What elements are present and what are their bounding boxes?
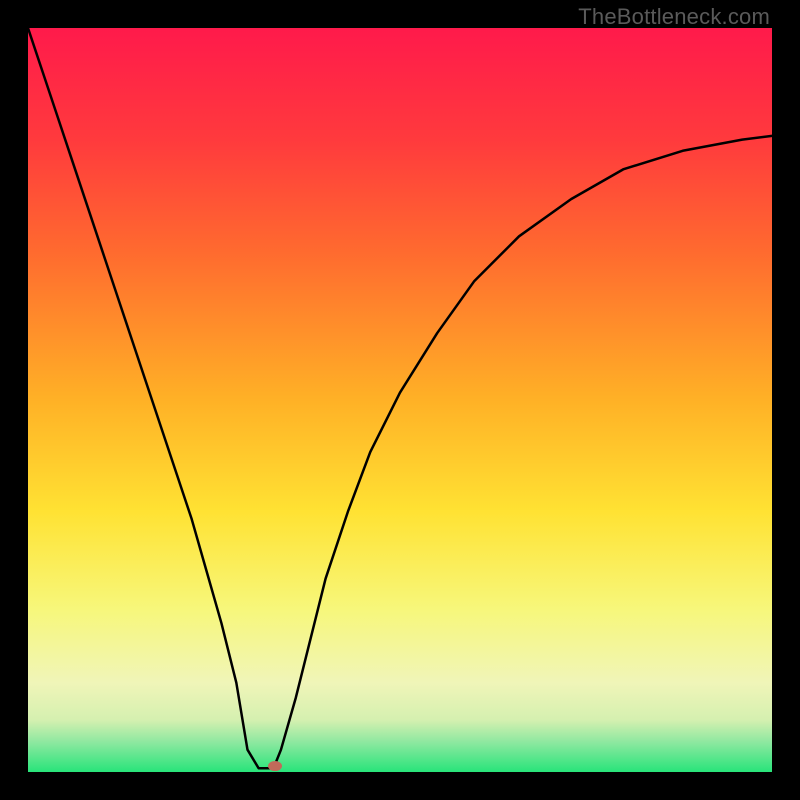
bottleneck-curve [28,28,772,772]
optimal-point-marker [268,761,282,771]
plot-area [28,28,772,772]
watermark-text: TheBottleneck.com [578,4,770,30]
